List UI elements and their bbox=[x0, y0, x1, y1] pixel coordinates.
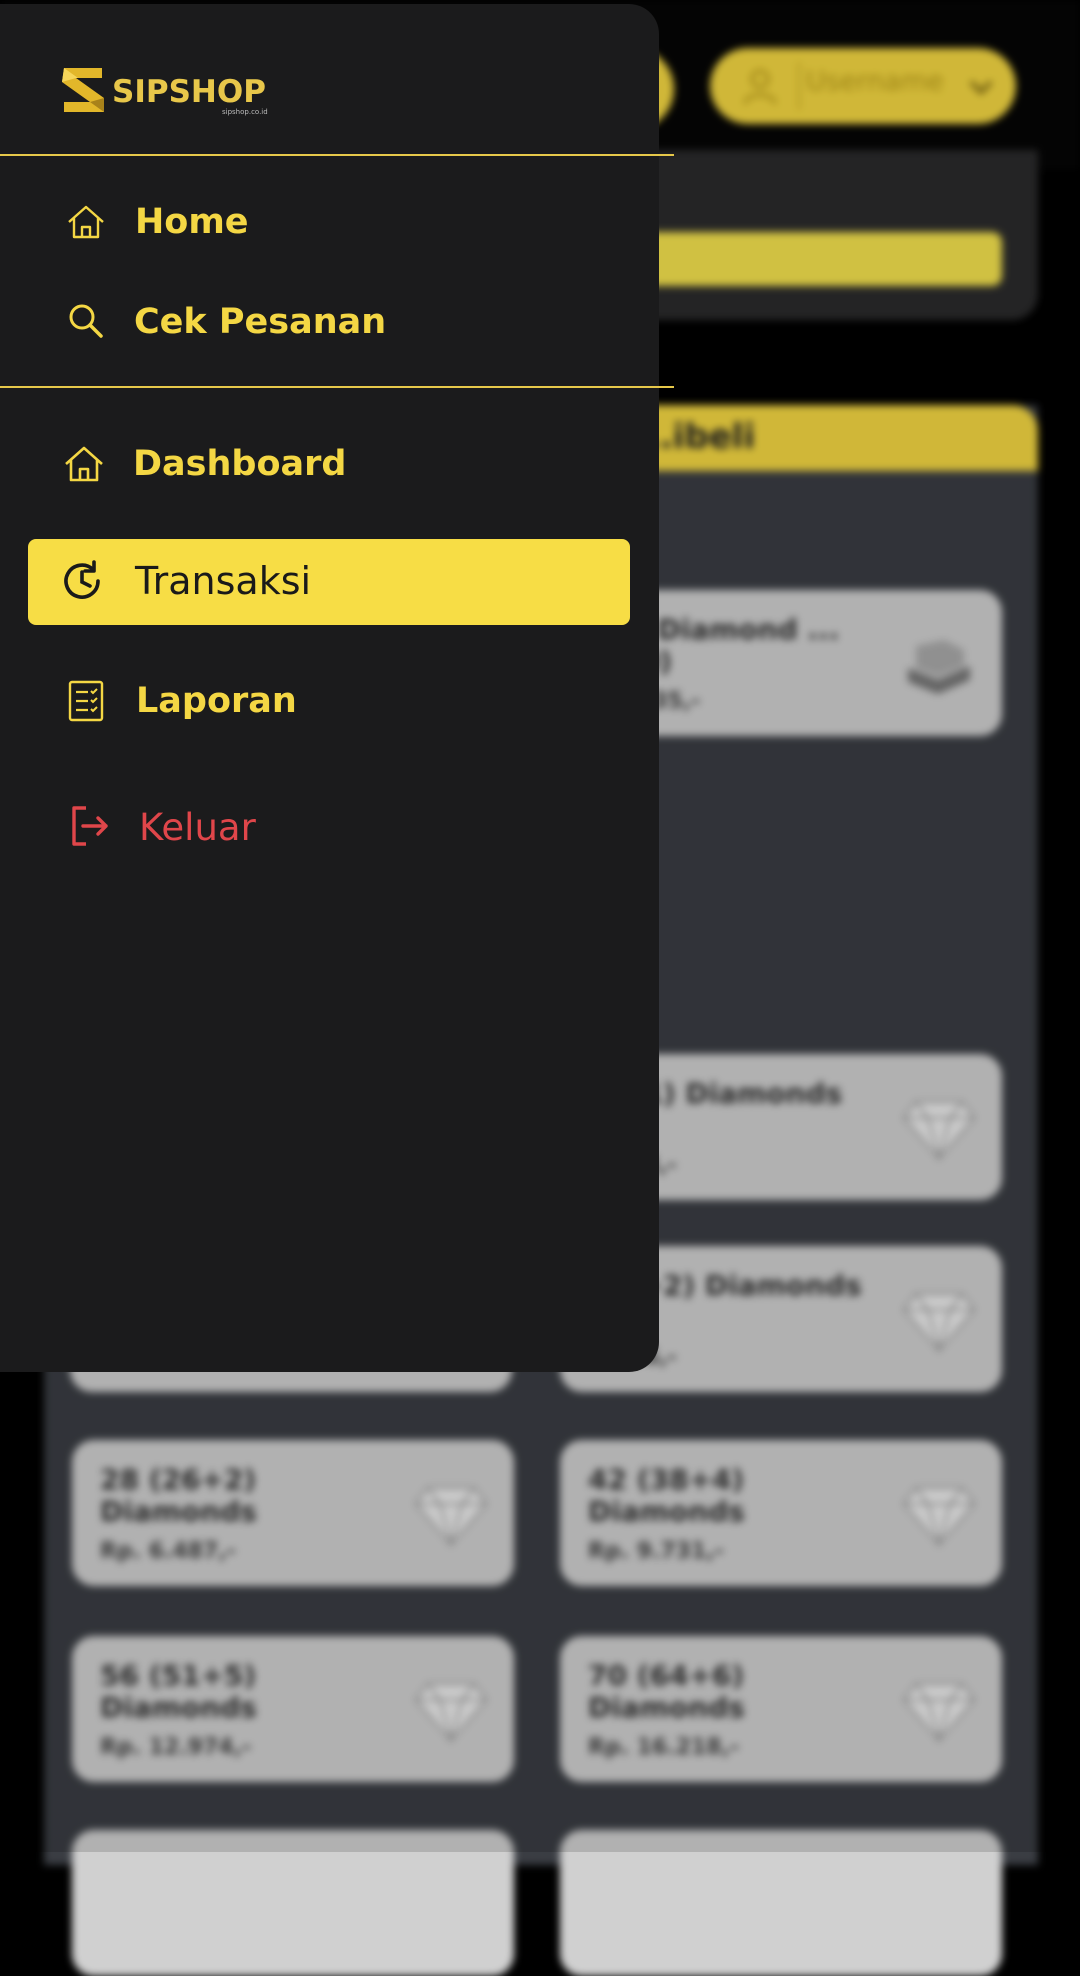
report-icon bbox=[68, 680, 104, 722]
nav-item-dashboard[interactable]: Dashboard bbox=[28, 422, 630, 508]
side-drawer: SIPSHOP sipshop.co.id Home Cek Pesanan D… bbox=[0, 4, 674, 1372]
nav-label: Cek Pesanan bbox=[134, 302, 387, 342]
home-icon bbox=[68, 205, 104, 239]
logo-text: SIPSHOP bbox=[112, 74, 266, 110]
sipshop-logo-icon bbox=[62, 68, 104, 112]
logout-icon bbox=[72, 806, 108, 846]
nav-label: Laporan bbox=[136, 681, 297, 721]
nav-item-cek-pesanan[interactable]: Cek Pesanan bbox=[28, 280, 630, 366]
logo-subtext: sipshop.co.id bbox=[222, 108, 268, 116]
nav-item-keluar[interactable]: Keluar bbox=[28, 784, 630, 870]
nav-item-transaksi[interactable]: Transaksi bbox=[28, 539, 630, 625]
search-icon bbox=[69, 304, 103, 338]
nav-label: Home bbox=[135, 202, 249, 242]
nav-label: Transaksi bbox=[135, 559, 312, 603]
nav-label: Dashboard bbox=[133, 444, 347, 484]
nav-item-home[interactable]: Home bbox=[28, 180, 630, 266]
logo[interactable]: SIPSHOP sipshop.co.id bbox=[58, 64, 268, 120]
home-icon bbox=[65, 446, 103, 482]
nav-item-laporan[interactable]: Laporan bbox=[28, 659, 630, 745]
history-icon bbox=[64, 560, 100, 599]
drawer-divider bbox=[0, 386, 674, 388]
nav-label: Keluar bbox=[139, 806, 256, 849]
drawer-divider bbox=[0, 154, 674, 156]
